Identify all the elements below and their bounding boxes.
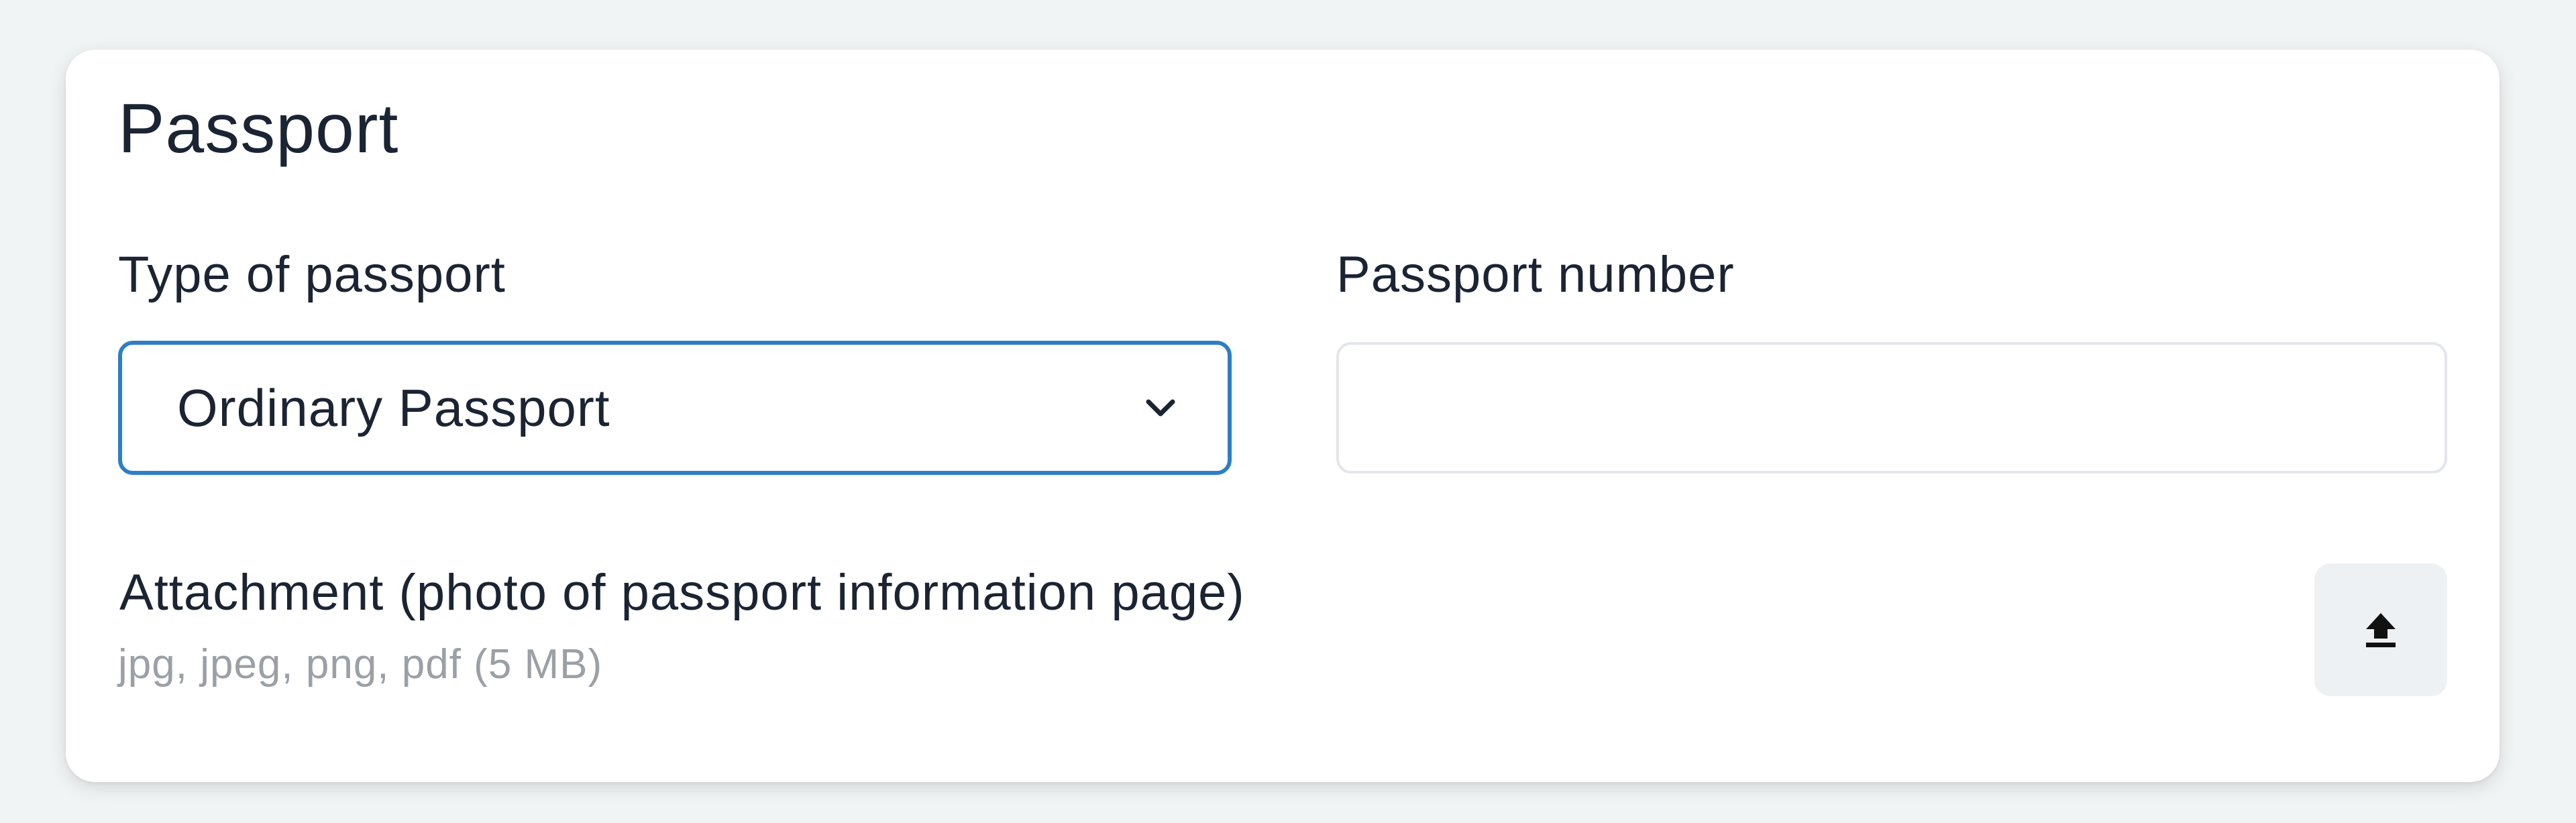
passport-number-input[interactable] [1336, 342, 2447, 474]
upload-icon [2359, 608, 2402, 651]
passport-number-label: Passport number [1336, 246, 1735, 303]
passport-type-label: Type of passport [118, 246, 506, 303]
upload-button[interactable] [2314, 563, 2447, 696]
attachment-file-types-hint: jpg, jpeg, png, pdf (5 MB) [118, 641, 603, 688]
chevron-down-icon [1140, 388, 1181, 428]
passport-type-selected-value: Ordinary Passport [177, 378, 610, 437]
passport-card: Passport Type of passport Passport numbe… [66, 50, 2500, 782]
passport-type-select[interactable]: Ordinary Passport [118, 341, 1232, 475]
section-title: Passport [118, 90, 399, 168]
attachment-label: Attachment (photo of passport informatio… [119, 564, 1245, 621]
